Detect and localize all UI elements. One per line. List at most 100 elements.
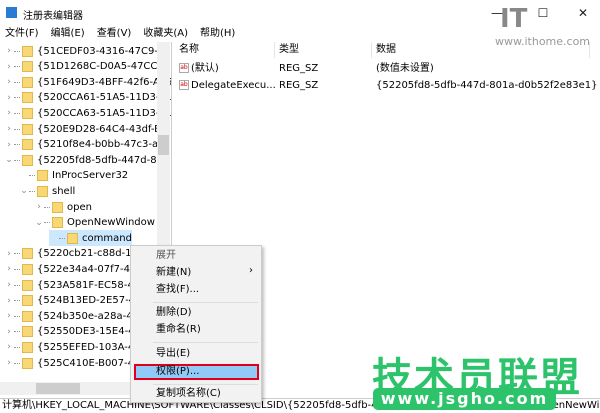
window-title: 注册表编辑器 [23,11,83,22]
value-name: DelegateExecu... [191,80,276,91]
tree-connector [14,362,20,364]
expand-chevron-icon[interactable]: › [4,77,14,87]
menu-item-delete[interactable]: 删除(D) [156,305,192,321]
tree-node-label: {5220cb21-c88d-11 [37,248,138,260]
tree-connector [14,159,20,161]
folder-icon [22,295,33,307]
tree-node-label: {522e34a4-07f7-40a [37,263,143,275]
tree-node[interactable]: InProcServer32 [19,168,128,184]
expand-chevron-icon[interactable]: › [4,342,14,352]
folder-icon [22,279,33,291]
folder-icon [22,123,33,135]
tree-node[interactable]: › {524b350e-a28a-42 [4,308,139,324]
value-row[interactable]: ab DelegateExecu... [179,78,276,94]
menu-edit[interactable]: 编辑(E) [51,26,85,42]
tree-node-label: {525C410E-B007-4F [37,357,140,369]
folder-icon [22,92,33,104]
tree-node[interactable]: › {51D1268C-D0A5-47CC-A [4,59,168,75]
tree-connector [14,81,20,83]
folder-icon [37,170,48,182]
maximize-button[interactable]: ☐ [528,4,558,22]
expand-chevron-icon[interactable]: › [4,358,14,368]
expand-chevron-icon[interactable]: ⌄ [4,155,14,165]
tree-connector [14,112,20,114]
tree-node-label: {520CCA63-51A5-11D3-91 [37,107,172,119]
expand-chevron-icon[interactable]: › [4,264,14,274]
folder-icon [22,357,33,369]
close-button[interactable]: ✕ [568,4,598,22]
tree-connector [14,331,20,333]
tree-node[interactable]: › {520CCA61-51A5-11D3-91 [4,90,171,106]
tree-node[interactable]: › open [34,199,92,215]
tree-connector [14,346,20,348]
tree-node[interactable]: › {51CEDF03-4316-47C9-81 [4,43,171,59]
expand-chevron-icon[interactable]: › [4,93,14,103]
tree-connector [44,206,50,208]
menu-item-new[interactable]: 新建(N) [156,265,256,281]
tree-node[interactable]: › {5220cb21-c88d-11 [4,246,138,262]
tree-node[interactable]: › {5210f8e4-b0bb-47c3-a8c [4,137,170,153]
tree-node[interactable]: ⌄ shell [19,183,75,199]
expand-chevron-icon[interactable]: › [4,296,14,306]
expand-chevron-icon[interactable]: › [4,140,14,150]
folder-icon [22,248,33,260]
column-name[interactable]: 名称 [175,42,275,58]
expand-chevron-icon[interactable]: › [4,311,14,321]
folder-icon [22,310,33,322]
expand-chevron-icon[interactable]: › [34,202,44,212]
menu-item-copy-key-name[interactable]: 复制项名称(C) [156,386,221,402]
tree-node[interactable]: › {520CCA63-51A5-11D3-91 [4,105,172,121]
tree-node-label: {52550DE3-15E4-4E [37,326,141,338]
tree-node[interactable]: › {520E9D28-64C4-43df-BE [4,121,167,137]
tree-node[interactable]: ⌄ {52205fd8-5dfb-447d-801 [4,152,169,168]
tree-vscroll-thumb[interactable] [158,135,169,155]
expand-chevron-icon[interactable]: › [4,46,14,56]
context-menu: 展开 新建(N) › 查找(F)... 删除(D) 重命名(R) 导出(E) 权… [130,245,262,403]
expand-chevron-icon[interactable]: ⌄ [19,186,29,196]
expand-chevron-icon[interactable]: › [4,249,14,259]
tree-hscroll-thumb[interactable] [36,383,80,394]
tree-node[interactable]: › {523A581F-EC58-40 [4,277,140,293]
value-type: REG_SZ [279,80,319,91]
menu-help[interactable]: 帮助(H) [200,26,235,42]
value-row[interactable]: ab (默认) [179,61,219,77]
tree-node-label: shell [52,185,76,197]
value-data: {52205fd8-5dfb-447d-801a-d0b52f2e83e1} [376,80,598,91]
menu-item-expand[interactable]: 展开 [156,248,176,264]
tree-node[interactable]: › {51F649D3-4BFF-42f6-A25 [4,74,171,90]
tree-connector [44,222,50,224]
expand-chevron-icon[interactable]: › [4,62,14,72]
tree-node[interactable]: › {524B13ED-2E57-40 [4,293,141,309]
folder-icon [22,341,33,353]
tree-node[interactable]: › {522e34a4-07f7-40a [4,261,143,277]
menu-view[interactable]: 查看(V) [97,26,132,42]
tree-node-label: {51D1268C-D0A5-47CC-A [37,61,168,73]
tree-node-label: {524b350e-a28a-42 [37,310,139,322]
tree-connector [14,128,20,130]
tree-node-label: command [82,232,132,244]
submenu-arrow-icon: › [249,265,253,276]
menu-item-permissions[interactable]: 权限(P)... [156,364,199,380]
expand-chevron-icon[interactable]: › [4,327,14,337]
tree-connector [14,315,20,317]
tree-node[interactable]: › {525C410E-B007-4F [4,355,140,371]
expand-chevron-icon[interactable]: › [4,124,14,134]
menu-item-rename[interactable]: 重命名(R) [156,322,201,338]
menu-item-export[interactable]: 导出(E) [156,346,190,362]
tree-node[interactable]: › {5255EFED-103A-44 [4,339,141,355]
menu-item-find[interactable]: 查找(F)... [156,282,199,298]
column-type[interactable]: 类型 [275,42,372,58]
menu-favorites[interactable]: 收藏夹(A) [143,26,188,42]
expand-chevron-icon[interactable]: ⌄ [34,218,44,228]
ithome-watermark: www.ithome.com [495,35,591,48]
menu-file[interactable]: 文件(F) [5,26,39,42]
folder-icon [52,201,63,213]
expand-chevron-icon[interactable]: › [4,280,14,290]
tree-node[interactable]: › {52550DE3-15E4-4E [4,324,141,340]
expand-chevron-icon[interactable]: › [4,108,14,118]
tree-node-label: {52205fd8-5dfb-447d-801 [37,154,170,166]
tree-node[interactable]: command [49,230,132,247]
folder-icon [22,61,33,73]
tree-node[interactable]: ⌄ OpenNewWindow [34,215,155,231]
menu-separator [153,342,258,343]
